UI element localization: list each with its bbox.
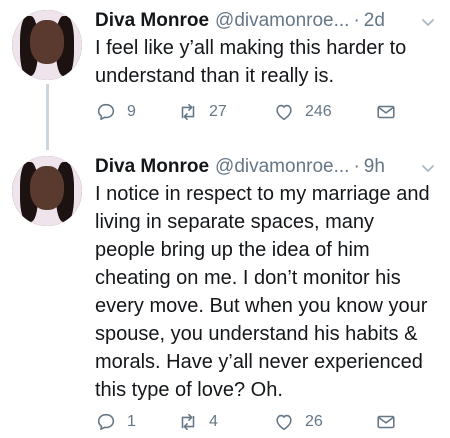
- reply-count: 1: [127, 413, 136, 430]
- tweet-header: Diva Monroe @divamonroe... · 2d: [95, 10, 385, 34]
- envelope-icon: [377, 415, 395, 429]
- like-button[interactable]: 246: [273, 100, 332, 124]
- retweet-button[interactable]: 27: [177, 100, 227, 124]
- like-count: 26: [305, 413, 323, 430]
- tweet-actions: 1 4 26: [95, 410, 415, 434]
- retweet-icon: [181, 103, 195, 121]
- like-button[interactable]: 26: [273, 410, 323, 434]
- reply-icon: [97, 413, 115, 431]
- retweet-icon: [181, 413, 195, 431]
- tweet-text: I feel like y’all making this harder to …: [95, 37, 407, 87]
- chevron-down-icon[interactable]: [420, 160, 436, 176]
- avatar[interactable]: [12, 156, 82, 226]
- timestamp[interactable]: 9h: [364, 156, 385, 178]
- reply-count: 9: [127, 103, 136, 120]
- separator-dot: ·: [353, 156, 360, 177]
- envelope-icon: [377, 105, 395, 119]
- direct-message-button[interactable]: [375, 100, 397, 124]
- tweet[interactable]: Diva Monroe @divamonroe... · 9h I notice…: [0, 146, 450, 438]
- separator-dot: ·: [353, 10, 360, 31]
- timestamp[interactable]: 2d: [364, 10, 385, 32]
- retweet-count: 4: [209, 413, 218, 430]
- user-handle[interactable]: @divamonroe...: [215, 10, 349, 32]
- retweet-count: 27: [209, 103, 227, 120]
- retweet-button[interactable]: 4: [177, 410, 218, 434]
- user-handle[interactable]: @divamonroe...: [215, 156, 349, 178]
- heart-icon: [276, 414, 292, 431]
- like-count: 246: [305, 103, 332, 120]
- display-name[interactable]: Diva Monroe: [95, 10, 209, 32]
- heart-icon: [276, 104, 292, 121]
- tweet-actions: 9 27 246: [95, 100, 415, 124]
- tweet-header: Diva Monroe @divamonroe... · 9h: [95, 156, 385, 180]
- reply-button[interactable]: 1: [95, 410, 136, 434]
- avatar[interactable]: [12, 10, 82, 80]
- tweet-text: I notice in respect to my marriage and l…: [95, 183, 430, 401]
- reply-icon: [97, 103, 115, 121]
- direct-message-button[interactable]: [375, 410, 397, 434]
- tweet[interactable]: Diva Monroe @divamonroe... · 2d I feel l…: [0, 0, 450, 134]
- display-name[interactable]: Diva Monroe: [95, 156, 209, 178]
- chevron-down-icon[interactable]: [420, 14, 436, 30]
- reply-button[interactable]: 9: [95, 100, 136, 124]
